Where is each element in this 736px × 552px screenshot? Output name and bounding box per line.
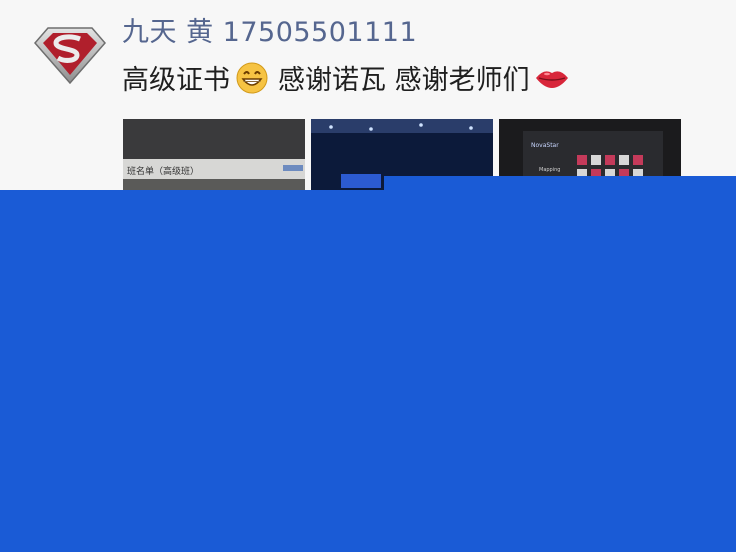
post-author-name[interactable]: 九天 黄 17505501111: [122, 10, 417, 49]
overlay-panel: [0, 190, 736, 552]
post-text: 高级证书 感谢诺瓦 感谢老师们: [122, 58, 570, 97]
superman-shield-icon: [34, 27, 106, 84]
grinning-face-icon: [236, 62, 268, 94]
photo-title-text: NovaStar: [531, 142, 559, 149]
avatar[interactable]: [34, 26, 106, 84]
photo-subtitle-text: Mapping: [539, 167, 560, 173]
overlay-panel-notch: [384, 176, 736, 190]
photo-caption-text: 班名单（高级班）: [127, 165, 199, 177]
post-text-part2: 感谢诺瓦 感谢老师们: [278, 65, 530, 96]
post-text-part1: 高级证书: [122, 65, 230, 96]
lips-icon: [534, 66, 570, 90]
